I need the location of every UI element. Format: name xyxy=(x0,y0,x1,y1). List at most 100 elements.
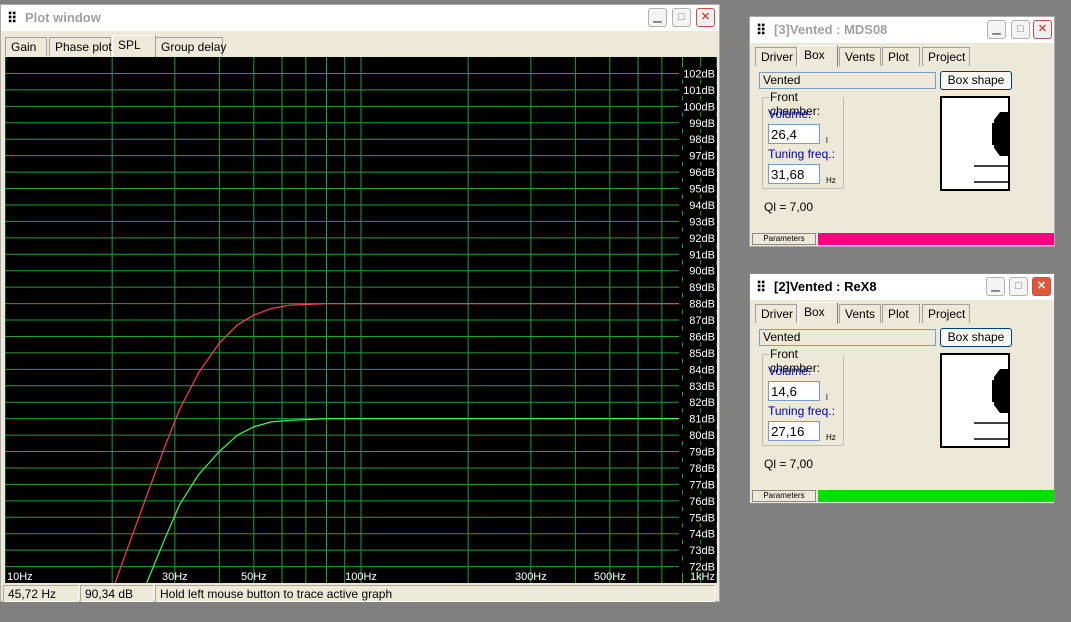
parameters-bar: Parameters xyxy=(752,490,1054,502)
volume-label: Volume: xyxy=(768,107,812,121)
tuning-label: Tuning freq.: xyxy=(768,147,835,161)
ql-value: Ql = 7,00 xyxy=(764,200,814,214)
box-shape-button[interactable]: Box shape xyxy=(940,71,1012,90)
volume-unit: l xyxy=(826,393,828,402)
tab-plot[interactable]: Plot xyxy=(882,47,920,66)
volume-label: Volume: xyxy=(768,364,812,378)
y-tick-label: 75dB xyxy=(689,512,715,524)
y-tick-label: 73dB xyxy=(689,545,715,557)
tab-driver[interactable]: Driver xyxy=(755,47,797,66)
x-tick-label: 50Hz xyxy=(241,571,267,583)
status-level: 90,34 dB xyxy=(80,585,154,602)
y-tick-label: 101dB xyxy=(683,85,715,97)
spl-plot-area[interactable]: 102dB 101dB 100dB 99dB 98dB 97dB 96dB 95dB 94dB 9… xyxy=(5,57,717,583)
tuning-unit: Hz xyxy=(826,176,836,185)
y-tick-label: 90dB xyxy=(689,266,715,278)
y-tick-label: 78dB xyxy=(689,463,715,475)
minimize-icon[interactable]: ▁ xyxy=(648,8,667,27)
plot-window-titlebar[interactable]: ⠿ Plot window ▁ □ ✕ xyxy=(1,5,719,31)
tab-phase-plot[interactable]: Phase plot xyxy=(49,37,112,56)
y-tick-label: 96dB xyxy=(689,167,715,179)
volume-input[interactable] xyxy=(768,381,820,401)
maximize-icon[interactable]: □ xyxy=(672,8,691,27)
y-tick-label: 94dB xyxy=(689,200,715,212)
color-swatch xyxy=(818,490,1054,502)
vented2-window: ⠿ [2]Vented : ReX8 ▁ □ ✕ Driver Box Vent… xyxy=(749,273,1055,504)
close-icon[interactable]: ✕ xyxy=(696,8,715,27)
maximize-icon[interactable]: □ xyxy=(1011,20,1030,39)
x-tick-label: 500Hz xyxy=(594,571,626,583)
tab-box[interactable]: Box xyxy=(798,45,838,67)
color-swatch xyxy=(818,233,1054,245)
app-icon: ⠿ xyxy=(7,10,18,26)
close-icon[interactable]: ✕ xyxy=(1033,20,1052,39)
status-bar: 45,72 Hz 90,34 dB Hold left mouse button… xyxy=(1,585,719,603)
tuning-input[interactable] xyxy=(768,164,820,184)
ql-value: Ql = 7,00 xyxy=(764,457,814,471)
y-tick-label: 91dB xyxy=(689,249,715,261)
tab-driver[interactable]: Driver xyxy=(755,304,797,323)
status-frequency: 45,72 Hz xyxy=(3,585,79,602)
y-tick-label: 77dB xyxy=(689,479,715,491)
box-shape-preview xyxy=(940,96,1010,191)
y-tick-label: 89dB xyxy=(689,282,715,294)
vented3-title: [3]Vented : MDS08 xyxy=(774,22,888,37)
tab-box[interactable]: Box xyxy=(798,302,838,324)
tuning-input[interactable] xyxy=(768,421,820,441)
vented2-title: [2]Vented : ReX8 xyxy=(774,279,877,294)
app-icon: ⠿ xyxy=(756,279,767,295)
parameters-label[interactable]: Parameters xyxy=(752,233,816,245)
tab-gain[interactable]: Gain xyxy=(5,37,47,56)
spl-chart[interactable]: 102dB 101dB 100dB 99dB 98dB 97dB 96dB 95dB 94dB 9… xyxy=(5,57,717,583)
y-tick-label: 95dB xyxy=(689,184,715,196)
plot-window: ⠿ Plot window ▁ □ ✕ Gain Phase plot SPL … xyxy=(0,4,720,602)
x-tick-label: 10Hz xyxy=(7,571,33,583)
y-tick-label: 81dB xyxy=(689,414,715,426)
vented3-window: ⠿ [3]Vented : MDS08 ▁ □ ✕ Driver Box Ven… xyxy=(749,16,1055,247)
y-tick-label: 84dB xyxy=(689,364,715,376)
y-tick-label: 76dB xyxy=(689,496,715,508)
tab-plot[interactable]: Plot xyxy=(882,304,920,323)
x-tick-label: 1kHz xyxy=(690,571,715,583)
box-type-field[interactable]: Vented xyxy=(759,72,936,89)
maximize-icon[interactable]: □ xyxy=(1009,277,1028,296)
y-tick-label: 99dB xyxy=(689,118,715,130)
y-tick-label: 80dB xyxy=(689,430,715,442)
y-tick-label: 86dB xyxy=(689,331,715,343)
volume-input[interactable] xyxy=(768,124,820,144)
y-tick-label: 100dB xyxy=(683,101,715,113)
tab-vents[interactable]: Vents xyxy=(839,304,881,323)
vented2-titlebar[interactable]: ⠿ [2]Vented : ReX8 ▁ □ ✕ xyxy=(750,274,1054,300)
minimize-icon[interactable]: ▁ xyxy=(986,277,1005,296)
y-tick-label: 82dB xyxy=(689,397,715,409)
box-shape-button[interactable]: Box shape xyxy=(940,328,1012,347)
x-tick-label: 100Hz xyxy=(345,571,377,583)
minimize-icon[interactable]: ▁ xyxy=(987,20,1006,39)
y-tick-label: 87dB xyxy=(689,315,715,327)
tab-vents[interactable]: Vents xyxy=(839,47,881,66)
parameters-bar: Parameters xyxy=(752,233,1054,245)
volume-unit: l xyxy=(826,136,828,145)
y-tick-label: 97dB xyxy=(689,151,715,163)
y-tick-label: 85dB xyxy=(689,348,715,360)
tab-project[interactable]: Project xyxy=(922,304,970,323)
y-tick-label: 102dB xyxy=(683,68,715,80)
vented3-titlebar[interactable]: ⠿ [3]Vented : MDS08 ▁ □ ✕ xyxy=(750,17,1054,43)
parameters-label[interactable]: Parameters xyxy=(752,490,816,502)
tab-group-delay[interactable]: Group delay xyxy=(155,37,226,56)
y-tick-label: 74dB xyxy=(689,529,715,541)
close-icon[interactable]: ✕ xyxy=(1032,277,1051,296)
y-tick-label: 79dB xyxy=(689,447,715,459)
series-line-1 xyxy=(114,303,717,583)
tab-spl[interactable]: SPL xyxy=(112,35,156,57)
status-hint: Hold left mouse button to trace active g… xyxy=(155,585,715,602)
app-icon: ⠿ xyxy=(756,22,767,38)
x-tick-label: 30Hz xyxy=(162,571,188,583)
y-tick-label: 83dB xyxy=(689,381,715,393)
y-tick-label: 93dB xyxy=(689,216,715,228)
box-type-field[interactable]: Vented xyxy=(759,329,936,346)
tab-project[interactable]: Project xyxy=(922,47,970,66)
y-tick-label: 88dB xyxy=(689,299,715,311)
tuning-label: Tuning freq.: xyxy=(768,404,835,418)
box-shape-drawing xyxy=(974,112,1008,183)
